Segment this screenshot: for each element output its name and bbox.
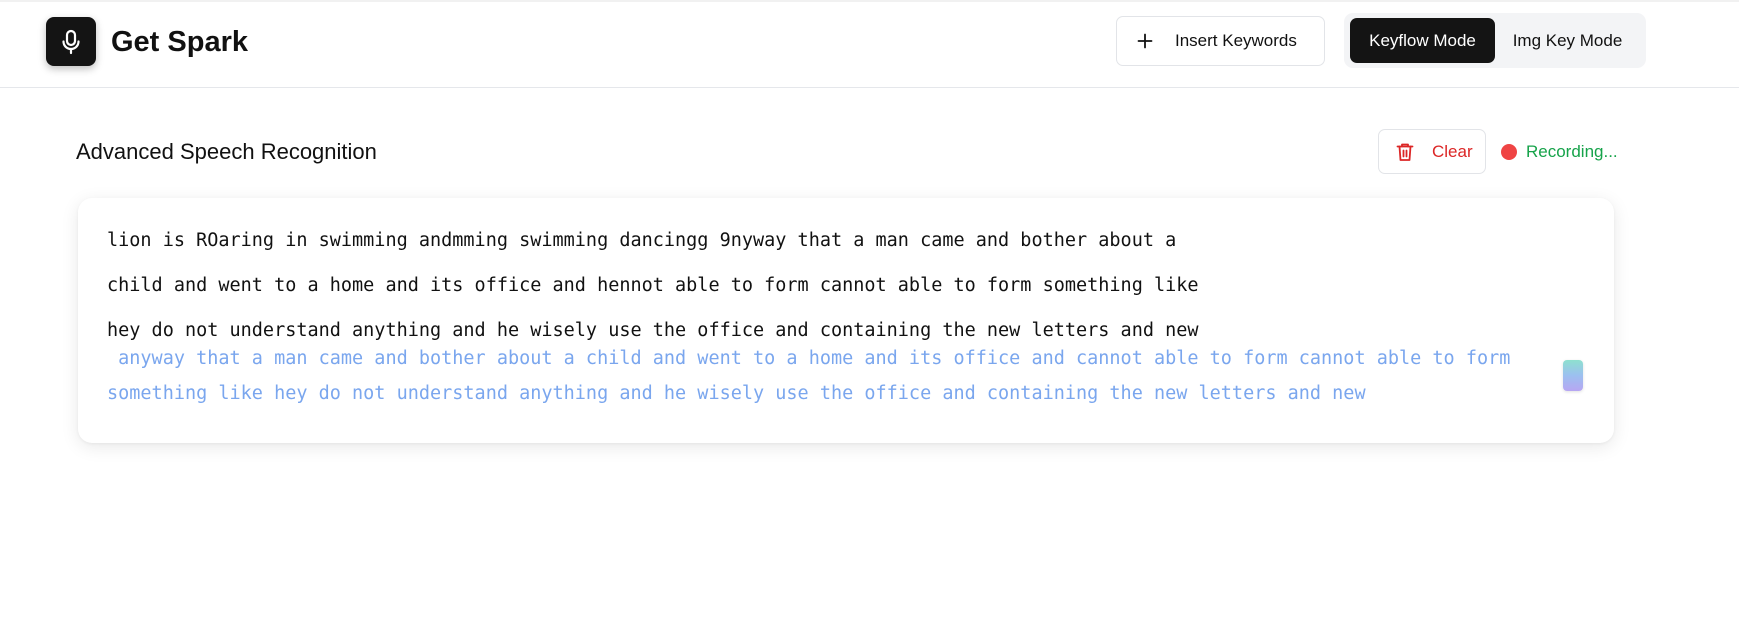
img-key-mode-button[interactable]: Img Key Mode (1495, 18, 1640, 63)
keyflow-mode-button[interactable]: Keyflow Mode (1350, 18, 1495, 63)
interim-transcript-line: something like hey do not understand any… (107, 383, 1366, 404)
microphone-icon (60, 29, 82, 55)
top-divider (0, 0, 1739, 2)
app-title: Get Spark (111, 26, 248, 58)
section-title: Advanced Speech Recognition (76, 139, 377, 164)
clear-label: Clear (1432, 141, 1473, 161)
final-transcript-line: lion is ROaring in swimming andmming swi… (107, 230, 1177, 251)
interim-transcript-line: anyway that a man came and bother about … (107, 348, 1511, 369)
app-header: Get Spark Insert Keywords Keyflow Mode I… (0, 0, 1739, 88)
final-transcript-line: hey do not understand anything and he wi… (107, 320, 1199, 341)
recording-status: Recording... (1526, 142, 1618, 161)
transcript-panel[interactable]: lion is ROaring in swimming andmming swi… (78, 198, 1614, 443)
audio-level-indicator (1563, 360, 1583, 391)
logo[interactable] (46, 17, 96, 66)
final-transcript-line: child and went to a home and its office … (107, 275, 1199, 296)
trash-icon (1396, 142, 1416, 162)
clear-button[interactable]: Clear (1378, 129, 1486, 174)
mode-toggle: Keyflow Mode Img Key Mode (1344, 13, 1646, 68)
plus-icon (1135, 31, 1155, 51)
insert-keywords-button[interactable]: Insert Keywords (1116, 16, 1325, 66)
recording-indicator-dot (1501, 144, 1517, 160)
insert-keywords-label: Insert Keywords (1175, 31, 1297, 50)
